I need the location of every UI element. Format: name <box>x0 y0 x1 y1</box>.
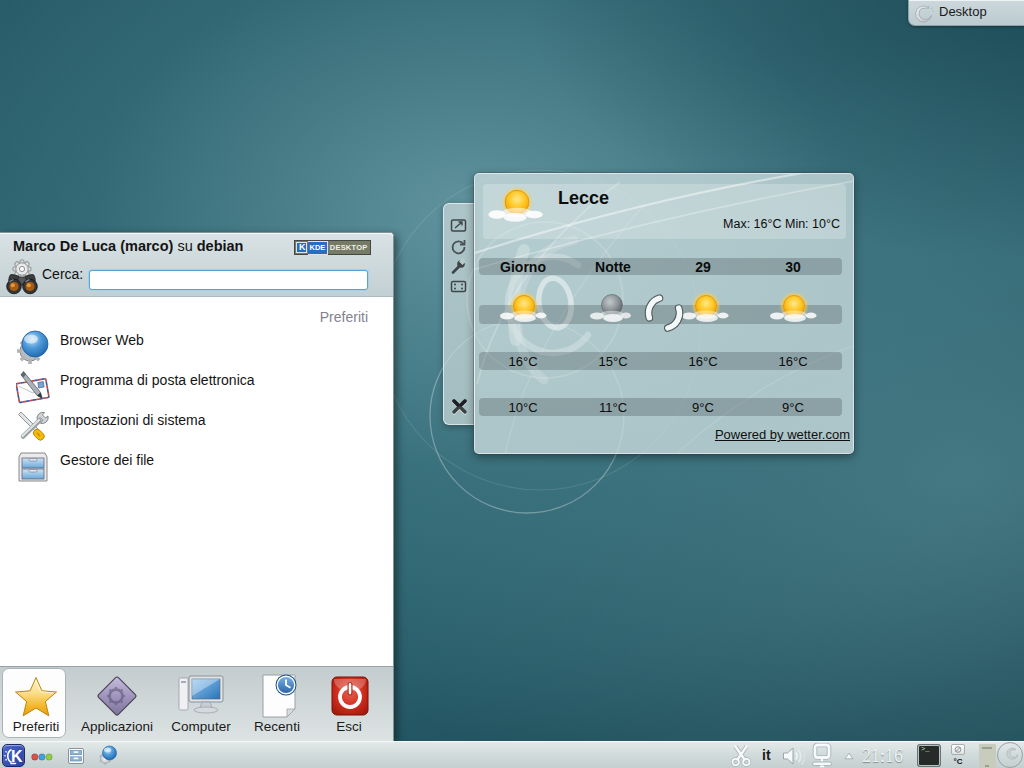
svg-text:K: K <box>11 748 23 765</box>
